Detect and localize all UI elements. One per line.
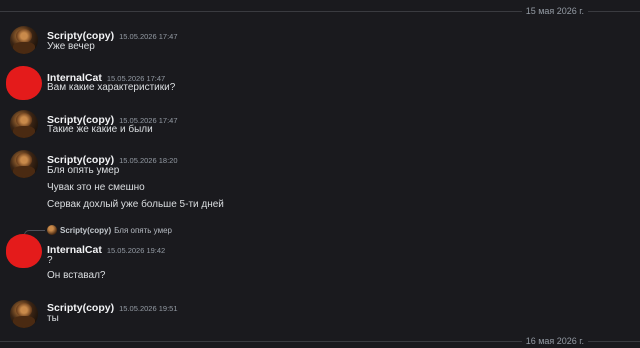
reply-avatar <box>47 225 57 235</box>
message-text: Бля опять умер <box>47 165 120 176</box>
avatar[interactable] <box>10 300 38 328</box>
reply-author: Scripty(copy) <box>60 226 112 235</box>
message-text: Такие же какие и были <box>47 124 153 135</box>
avatar[interactable] <box>6 66 42 100</box>
message-timestamp: 15.05.2026 18:20 <box>119 156 178 165</box>
reply-text: Бля опять умер <box>114 226 172 235</box>
message-timestamp: 15.05.2026 19:42 <box>106 246 166 255</box>
avatar[interactable] <box>10 26 38 54</box>
message-text: Чувак это не смешно <box>47 182 145 193</box>
date-separator-label: 15 мая 2026 г. <box>521 4 588 18</box>
date-separator: 15 мая 2026 г. <box>0 4 640 18</box>
message-timestamp: 15.05.2026 17:47 <box>119 32 178 41</box>
date-separator-label: 16 мая 2026 г. <box>521 334 588 348</box>
message-text: Сервак дохлый уже больше 5-ти дней <box>47 199 224 210</box>
avatar[interactable] <box>6 234 42 268</box>
reply-reference[interactable]: Scripty(copy) Бля опять умер <box>47 225 172 235</box>
message-text: ты <box>47 313 59 324</box>
date-separator: 16 мая 2026 г. <box>0 334 640 348</box>
message-text: Он вставал? <box>47 270 106 281</box>
message-timestamp: 15.05.2026 19:51 <box>119 304 178 313</box>
avatar[interactable] <box>10 150 38 178</box>
avatar[interactable] <box>10 110 38 138</box>
message-text: ? <box>47 255 53 266</box>
message-author[interactable]: InternalCat <box>47 244 102 256</box>
message-text: Вам какие характеристики? <box>47 82 176 93</box>
message-text: Уже вечер <box>47 41 95 52</box>
